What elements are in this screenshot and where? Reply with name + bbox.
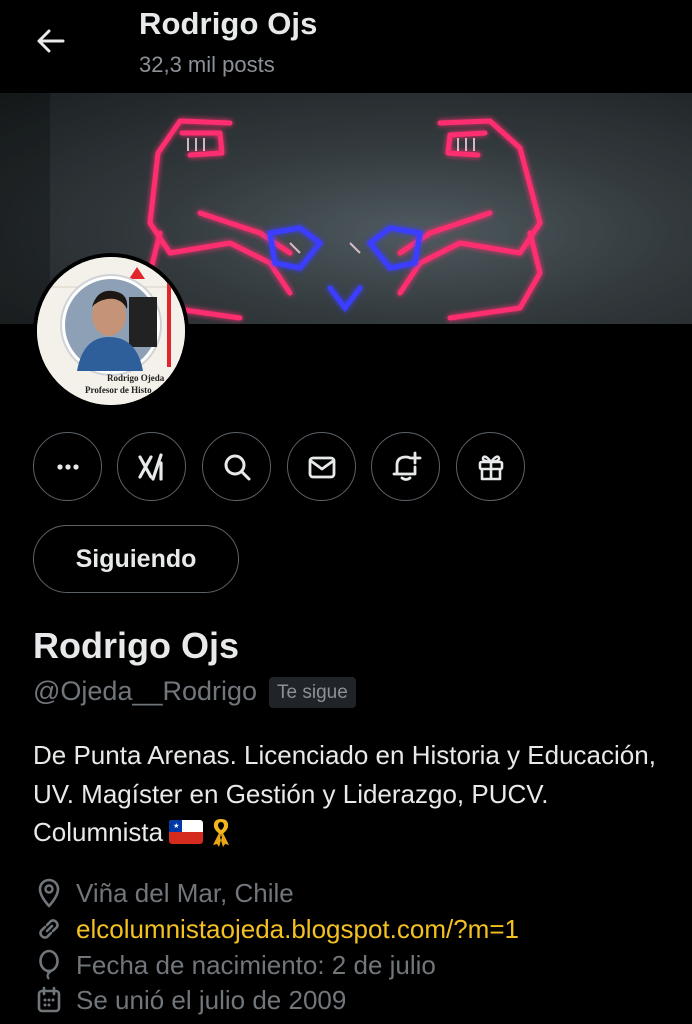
top-bar: Rodrigo Ojs 32,3 mil posts	[0, 0, 692, 92]
website-row: elcolumnistaojeda.blogspot.com/?m=1	[33, 912, 519, 946]
gift-button[interactable]	[456, 432, 525, 501]
header-title: Rodrigo Ojs	[139, 6, 318, 41]
message-icon	[308, 456, 335, 478]
link-icon	[33, 913, 65, 945]
location-pin-icon	[33, 877, 65, 909]
avatar-image: Rodrigo Ojeda Profesor de Histo	[37, 257, 185, 405]
grok-icon	[137, 452, 163, 481]
ribbon-icon	[213, 819, 230, 847]
chile-flag-icon: ★	[169, 820, 204, 844]
message-button[interactable]	[287, 432, 356, 501]
balloon-icon	[33, 949, 65, 981]
birthday-text: Fecha de nacimiento: 2 de julio	[76, 949, 436, 980]
gift-icon	[478, 454, 503, 480]
joined-text: Se unió el julio de 2009	[76, 984, 347, 1015]
grok-button[interactable]	[117, 432, 186, 501]
location-row: Viña del Mar, Chile	[33, 876, 294, 910]
notification-add-icon	[392, 451, 421, 481]
avatar-caption-role: Profesor de Histo	[85, 385, 152, 395]
birthday-row: Fecha de nacimiento: 2 de julio	[33, 948, 436, 982]
following-button[interactable]: Siguiendo	[33, 525, 239, 593]
search-profile-button[interactable]	[202, 432, 271, 501]
profile-avatar[interactable]: Rodrigo Ojeda Profesor de Histo	[33, 253, 189, 409]
back-button[interactable]	[28, 22, 72, 60]
profile-handle: @Ojeda__Rodrigo	[33, 676, 258, 706]
search-icon	[224, 454, 250, 480]
calendar-icon	[33, 984, 65, 1016]
bio-text: De Punta Arenas. Licenciado en Historia …	[33, 740, 656, 847]
profile-bio: De Punta Arenas. Licenciado en Historia …	[33, 736, 673, 852]
joined-row: Se unió el julio de 2009	[33, 983, 346, 1017]
header-post-count: 32,3 mil posts	[139, 52, 275, 77]
back-arrow-icon	[37, 29, 65, 53]
location-text: Viña del Mar, Chile	[76, 877, 294, 908]
more-icon	[56, 463, 79, 470]
profile-name: Rodrigo Ojs	[33, 625, 239, 666]
more-options-button[interactable]	[33, 432, 102, 501]
website-link[interactable]: elcolumnistaojeda.blogspot.com/?m=1	[76, 914, 519, 945]
avatar-caption-name: Rodrigo Ojeda	[107, 373, 165, 383]
notifications-button[interactable]	[371, 432, 440, 501]
follows-you-badge: Te sigue	[269, 677, 356, 708]
